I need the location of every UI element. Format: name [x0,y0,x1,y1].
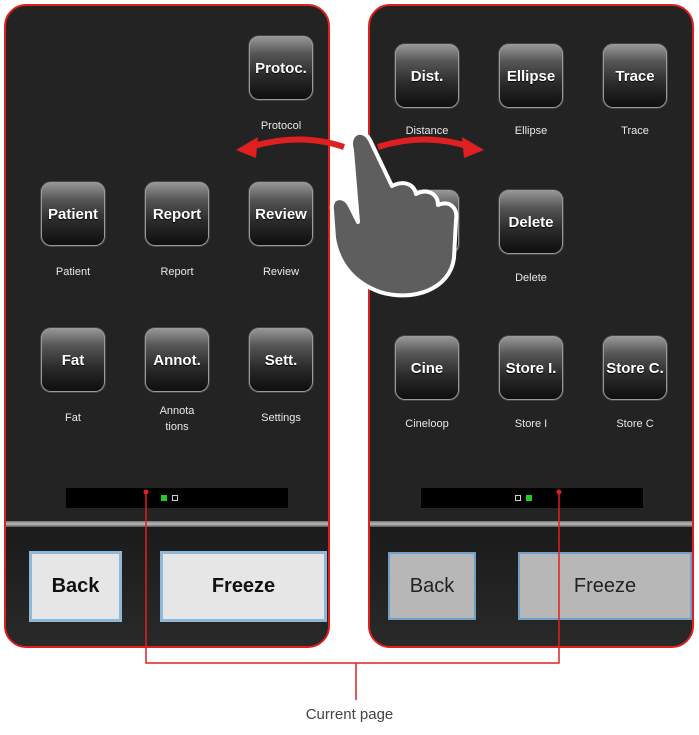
swipe-right-arrow-icon [377,136,484,158]
swipe-hand-icon [329,130,459,298]
annotation-overlay [143,130,562,700]
swipe-left-arrow-icon [236,136,345,158]
current-page-caption: Current page [305,706,394,723]
current-page-callout-lines [143,489,562,700]
